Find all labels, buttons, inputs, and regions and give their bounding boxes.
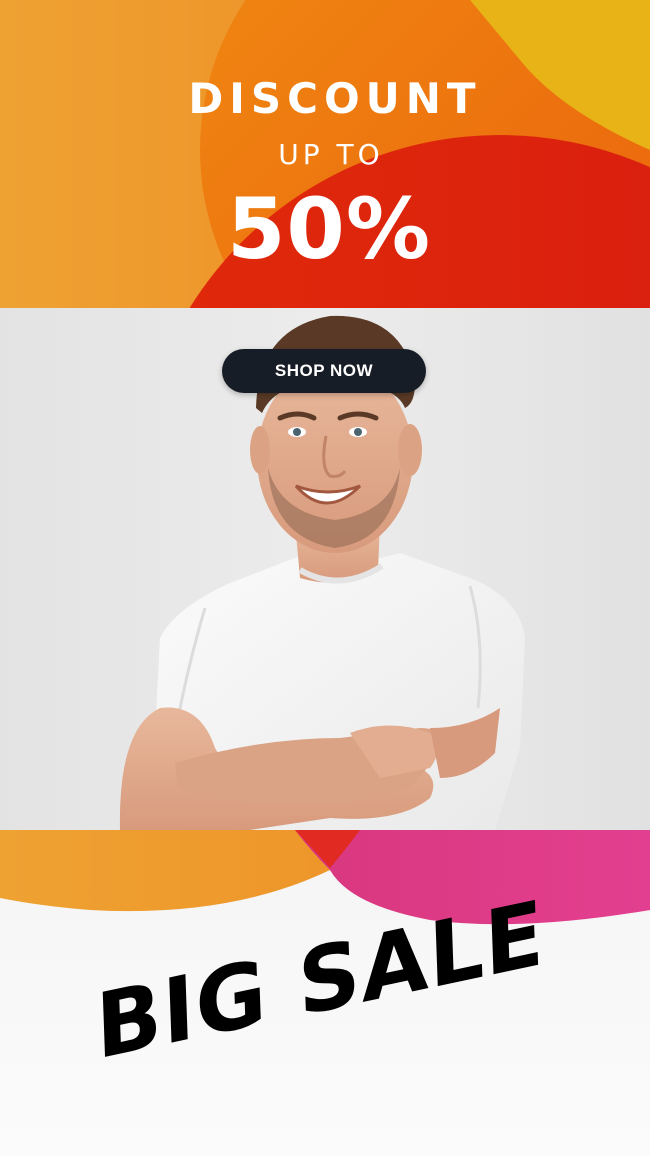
- sale-poster: DISCOUNT UP TO 50% SHOP NOW BIG SALE: [0, 0, 650, 1156]
- top-banner: DISCOUNT UP TO 50%: [0, 0, 650, 308]
- shop-now-button[interactable]: SHOP NOW: [222, 349, 426, 393]
- discount-percent: 50%: [226, 180, 432, 278]
- up-to-text: UP TO: [278, 138, 384, 171]
- discount-heading: DISCOUNT: [188, 74, 482, 123]
